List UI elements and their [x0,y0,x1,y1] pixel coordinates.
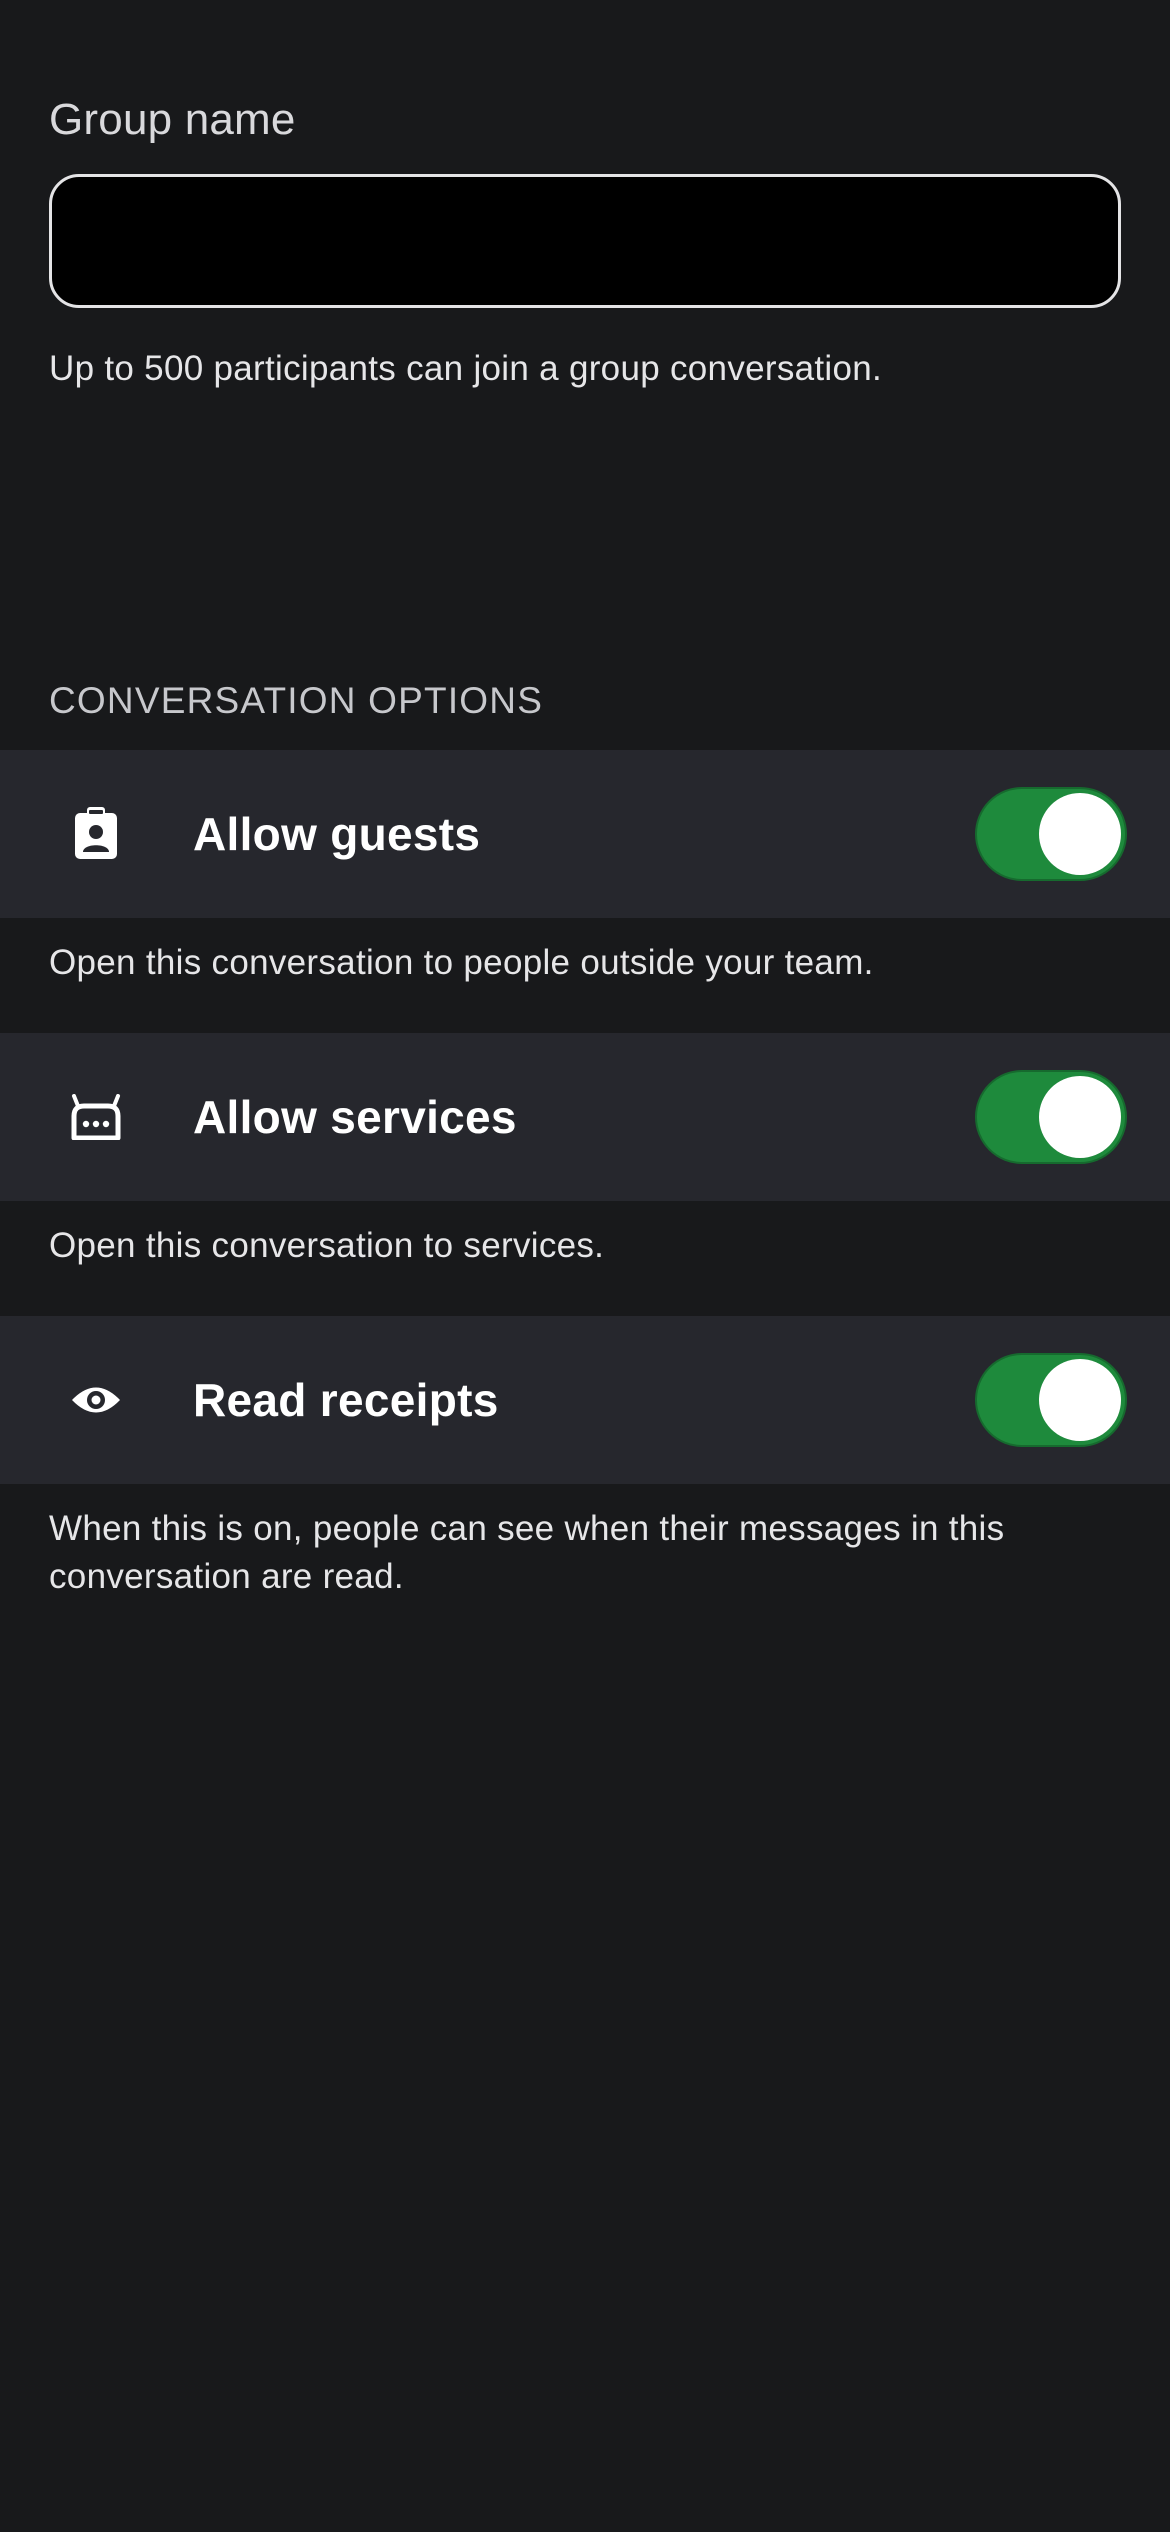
read-receipts-label: Read receipts [193,1374,499,1426]
group-size-hint: Up to 500 participants can join a group … [49,349,883,388]
group-name-label: Group name [49,95,296,144]
conversation-options-header: CONVERSATION OPTIONS [49,680,544,721]
read-receipts-description-line-1: When this is on, people can see when the… [49,1509,1005,1548]
allow-guests-description: Open this conversation to people outside… [49,943,874,982]
guest-badge-icon [68,806,124,862]
read-receipts-description: When this is on, people can see when the… [49,1505,1004,1601]
allow-services-label: Allow services [193,1091,517,1143]
toggle-knob [1039,793,1121,875]
allow-guests-toggle[interactable] [975,787,1127,881]
screen: Group name Up to 500 participants can jo… [0,0,1170,2532]
toggle-knob [1039,1359,1121,1441]
read-receipts-row: Read receipts [0,1316,1170,1484]
allow-services-description: Open this conversation to services. [49,1226,605,1265]
read-receipts-description-line-2: conversation are read. [49,1557,404,1596]
allow-services-toggle[interactable] [975,1070,1127,1164]
service-bot-icon [68,1089,124,1145]
read-receipts-toggle[interactable] [975,1353,1127,1447]
toggle-knob [1039,1076,1121,1158]
eye-icon [68,1372,124,1428]
allow-services-row: Allow services [0,1033,1170,1201]
group-name-input[interactable] [49,174,1121,308]
allow-guests-label: Allow guests [193,808,481,860]
allow-guests-row: Allow guests [0,750,1170,918]
